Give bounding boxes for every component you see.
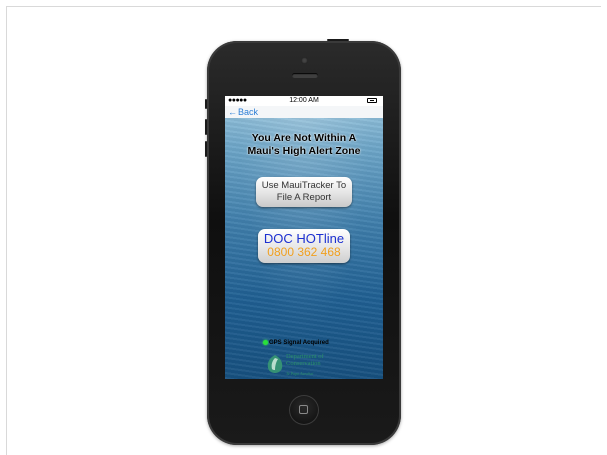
back-button[interactable]: ←Back bbox=[228, 106, 258, 118]
battery-icon bbox=[367, 98, 377, 103]
doc-logo-line-1: Department of bbox=[286, 353, 324, 360]
status-time: 12:00 AM bbox=[289, 97, 319, 104]
home-square-icon bbox=[299, 405, 308, 414]
volume-down-button bbox=[205, 141, 207, 157]
sleep-button bbox=[327, 39, 349, 41]
doc-logo: Department of Conservation Te Papa Atawh… bbox=[266, 352, 342, 378]
volume-up-button bbox=[205, 119, 207, 135]
earpiece-speaker bbox=[292, 73, 318, 78]
phone-mockup: ●●●●● 12:00 AM ←Back You Are Not Within … bbox=[205, 39, 401, 445]
doc-logo-text: Department of Conservation bbox=[286, 353, 324, 367]
home-button[interactable] bbox=[289, 395, 319, 425]
doc-logo-maori: Te Papa Atawhai bbox=[286, 371, 314, 376]
doc-logo-line-2: Conservation bbox=[286, 360, 321, 367]
alert-status-line-2: Maui's High Alert Zone bbox=[247, 145, 361, 157]
hotline-title: DOC HOTline bbox=[263, 231, 345, 246]
hotline-number: 0800 362 468 bbox=[267, 245, 341, 259]
app-screen: ●●●●● 12:00 AM ←Back You Are Not Within … bbox=[225, 96, 383, 379]
gps-indicator-icon bbox=[263, 339, 268, 345]
front-camera bbox=[301, 57, 308, 64]
gps-status: GPS Signal Acquired bbox=[263, 339, 329, 347]
status-bar: ●●●●● 12:00 AM bbox=[225, 96, 383, 106]
mute-switch bbox=[205, 99, 207, 109]
doc-leaf-logo-icon bbox=[267, 355, 283, 373]
back-label: Back bbox=[238, 107, 259, 117]
arrow-left-icon: ← bbox=[228, 107, 237, 117]
gps-status-text: GPS Signal Acquired bbox=[269, 340, 329, 346]
file-report-label-line-2: File A Report bbox=[276, 192, 332, 203]
doc-hotline-button[interactable]: DOC HOTline 0800 362 468 bbox=[258, 229, 350, 263]
file-report-button[interactable]: Use MauiTracker To File A Report bbox=[256, 177, 352, 207]
file-report-label-line-1: Use MauiTracker To bbox=[261, 180, 347, 191]
alert-status-line-1: You Are Not Within A bbox=[251, 132, 357, 144]
navigation-bar: ←Back bbox=[225, 106, 383, 118]
